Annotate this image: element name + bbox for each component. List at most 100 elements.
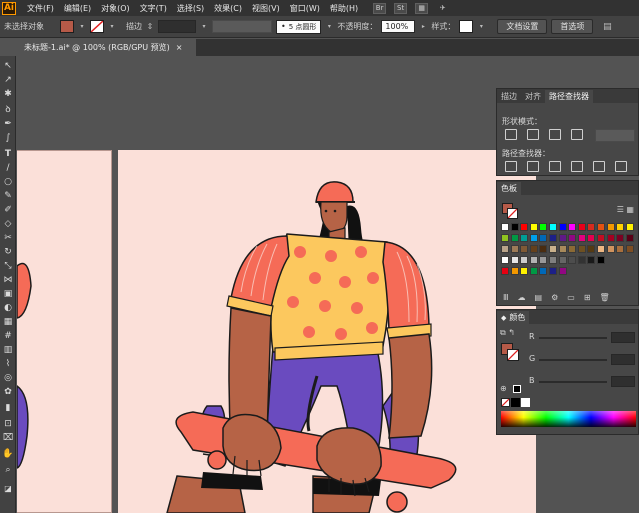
channel-r-value[interactable] (611, 332, 635, 343)
swatch-cell[interactable] (558, 223, 567, 231)
ellipse-tool-icon[interactable]: ○ (2, 176, 14, 188)
swatch-cell[interactable] (549, 223, 557, 231)
menu-file[interactable]: 文件(F) (22, 3, 59, 14)
black-swatch[interactable] (511, 398, 520, 407)
curvature-tool-icon[interactable]: ∫ (2, 132, 14, 144)
eraser-tool-icon[interactable]: ◇ (2, 218, 14, 230)
lasso-tool-icon[interactable]: ꝺ (2, 102, 14, 115)
fill-dropdown-icon[interactable]: ▾ (78, 21, 86, 33)
trim-icon[interactable] (527, 161, 539, 172)
arrange-documents-icon[interactable]: ▦ (415, 2, 429, 14)
swatch-cell[interactable] (520, 234, 529, 242)
swatch-cell[interactable] (616, 245, 625, 253)
menu-window[interactable]: 窗口(W) (285, 3, 325, 14)
stroke-weight-field[interactable] (158, 20, 196, 33)
menu-view[interactable]: 视图(V) (247, 3, 285, 14)
symbol-sprayer-tool-icon[interactable]: ✿ (2, 386, 14, 398)
swatch-cell[interactable] (568, 245, 577, 253)
color-spectrum[interactable] (501, 411, 636, 427)
brush-dropdown-icon[interactable]: ▾ (325, 21, 333, 33)
tab-color[interactable]: ◆ 颜色 (497, 311, 530, 324)
swatch-cell[interactable] (520, 267, 529, 275)
swatch-cell[interactable] (597, 234, 605, 242)
brush-definition[interactable]: • 5 点圆形 (276, 19, 322, 34)
channel-b-slider[interactable] (539, 381, 607, 383)
swatch-cell[interactable] (597, 256, 605, 264)
slice-tool-icon[interactable]: ⌧ (2, 432, 14, 444)
swatch-cell[interactable] (558, 245, 567, 253)
swatch-cell[interactable] (587, 245, 596, 253)
menu-object[interactable]: 对象(O) (96, 3, 135, 14)
crop-icon[interactable] (571, 161, 583, 172)
swatch-cell[interactable] (520, 256, 529, 264)
swatch-cell[interactable] (501, 256, 509, 264)
rotate-tool-icon[interactable]: ↻ (2, 246, 14, 258)
swatch-cell[interactable] (597, 223, 605, 231)
opacity-dropdown-icon[interactable]: ▸ (419, 21, 427, 33)
bridge-button[interactable]: Br (373, 2, 387, 14)
swatch-cell[interactable] (577, 256, 586, 264)
swatch-cell[interactable] (539, 267, 548, 275)
swatch-cell[interactable] (577, 245, 586, 253)
swatch-cell[interactable] (501, 234, 509, 242)
minus-front-icon[interactable] (527, 129, 539, 140)
add-to-library-icon[interactable]: ☁ (518, 293, 526, 302)
tab-pathfinder[interactable]: 路径查找器 (545, 90, 593, 103)
intersect-icon[interactable] (549, 129, 561, 140)
swatch-cell[interactable] (501, 245, 509, 253)
stroke-weight-stepper[interactable]: ⇕ (146, 21, 154, 33)
pencil-tool-icon[interactable]: ✐ (2, 204, 14, 216)
paintbrush-tool-icon[interactable]: ✎ (2, 190, 14, 202)
delete-swatch-icon[interactable]: 🗑 (600, 293, 610, 302)
preferences-button[interactable]: 首选项 (551, 19, 594, 34)
swatch-cell[interactable] (568, 223, 577, 231)
menu-edit[interactable]: 编辑(E) (59, 3, 96, 14)
style-dropdown-icon[interactable]: ▾ (477, 21, 485, 33)
swatch-cell[interactable] (520, 245, 529, 253)
exclude-icon[interactable] (571, 129, 583, 140)
minus-back-icon[interactable] (615, 161, 627, 172)
width-tool-icon[interactable]: ⋈ (2, 274, 14, 286)
swatch-cell[interactable] (606, 223, 615, 231)
scissors-tool-icon[interactable]: ✂ (2, 232, 14, 244)
align-options-icon[interactable]: ▤ (603, 21, 612, 33)
zoom-tool-icon[interactable]: ⌕ (2, 464, 14, 476)
swatch-cell[interactable] (549, 267, 557, 275)
close-tab-icon[interactable]: × (176, 43, 183, 52)
expand-button[interactable] (595, 129, 635, 142)
channel-b-value[interactable] (611, 376, 635, 387)
swatch-cell[interactable] (587, 256, 596, 264)
channel-g-slider[interactable] (539, 359, 607, 361)
swatch-cell[interactable] (625, 245, 634, 253)
swatch-cell[interactable] (510, 234, 519, 242)
swatch-cell[interactable] (549, 234, 557, 242)
opacity-field[interactable]: 100% (381, 20, 416, 33)
fill-stroke-toggle-icon[interactable]: ◪ (2, 482, 14, 494)
artboard-tool-icon[interactable]: ⊡ (2, 418, 14, 430)
swatches-stroke-indicator[interactable] (507, 208, 518, 219)
selection-tool-icon[interactable]: ↖ (2, 60, 14, 72)
fill-swatch[interactable] (60, 20, 74, 33)
menu-help[interactable]: 帮助(H) (325, 3, 363, 14)
swatch-cell[interactable] (616, 234, 625, 242)
unite-icon[interactable] (505, 129, 517, 140)
swatch-cell[interactable] (577, 223, 586, 231)
swatch-cell[interactable] (549, 245, 557, 253)
new-color-group-icon[interactable]: ▭ (567, 293, 575, 302)
swatch-cell[interactable] (539, 223, 548, 231)
swatch-cell[interactable] (597, 245, 605, 253)
swatch-cell[interactable] (501, 267, 509, 275)
magic-wand-tool-icon[interactable]: ✱ (2, 88, 14, 100)
swatch-cell[interactable] (558, 234, 567, 242)
swatch-cell[interactable] (529, 223, 538, 231)
swatch-cell[interactable] (577, 234, 586, 242)
pen-tool-icon[interactable]: ✒ (2, 118, 14, 130)
shape-builder-tool-icon[interactable]: ◐ (2, 302, 14, 314)
swatch-cell[interactable] (587, 223, 596, 231)
outline-icon[interactable] (593, 161, 605, 172)
swatch-cell[interactable] (558, 256, 567, 264)
swatch-cell[interactable] (529, 245, 538, 253)
swatch-options-icon[interactable]: ⚙ (551, 293, 558, 302)
gpu-performance-icon[interactable]: ✈ (436, 3, 449, 14)
stroke-weight-dropdown-icon[interactable]: ▾ (200, 21, 208, 33)
